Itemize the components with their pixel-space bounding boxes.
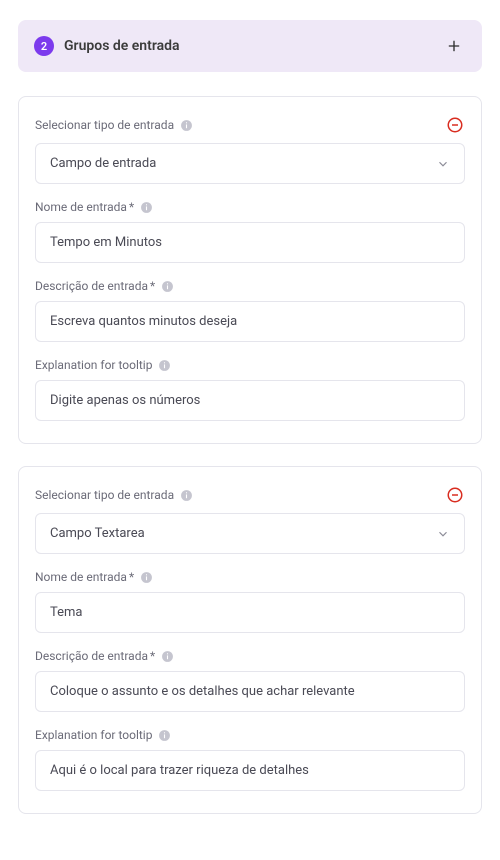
info-icon: [140, 571, 153, 584]
chevron-down-icon: [436, 157, 450, 171]
field-select-type: Selecionar tipo de entrada Campo de entr…: [35, 115, 465, 184]
input-type-select[interactable]: Campo Textarea: [35, 513, 465, 554]
required-mark: *: [150, 649, 155, 663]
add-group-button[interactable]: [442, 34, 466, 58]
remove-group-button[interactable]: [445, 115, 465, 135]
remove-group-button[interactable]: [445, 485, 465, 505]
info-icon: [161, 650, 174, 663]
required-mark: *: [150, 279, 155, 293]
field-input-name: Nome de entrada *: [35, 200, 465, 263]
input-type-select[interactable]: Campo de entrada: [35, 143, 465, 184]
label-input-name: Nome de entrada: [35, 570, 127, 584]
label-input-desc: Descrição de entrada: [35, 279, 148, 293]
remove-circle-icon: [446, 486, 464, 504]
section-header: 2 Grupos de entrada: [18, 20, 482, 72]
chevron-down-icon: [436, 527, 450, 541]
tooltip-exp-field[interactable]: [35, 750, 465, 791]
input-desc-field[interactable]: [35, 671, 465, 712]
label-input-name: Nome de entrada: [35, 200, 127, 214]
label-tooltip-exp: Explanation for tooltip: [35, 358, 152, 372]
input-name-field[interactable]: [35, 592, 465, 633]
field-select-type: Selecionar tipo de entrada Campo Textare…: [35, 485, 465, 554]
input-group-card: Selecionar tipo de entrada Campo de entr…: [18, 96, 482, 444]
step-badge: 2: [34, 36, 54, 56]
required-mark: *: [129, 570, 134, 584]
field-tooltip-exp: Explanation for tooltip: [35, 728, 465, 791]
info-icon: [180, 489, 193, 502]
field-input-name: Nome de entrada *: [35, 570, 465, 633]
select-value: Campo Textarea: [50, 526, 145, 541]
tooltip-exp-field[interactable]: [35, 380, 465, 421]
label-tooltip-exp: Explanation for tooltip: [35, 728, 152, 742]
plus-icon: [446, 38, 462, 54]
info-icon: [180, 119, 193, 132]
remove-circle-icon: [446, 116, 464, 134]
input-group-card: Selecionar tipo de entrada Campo Textare…: [18, 466, 482, 814]
label-select-type: Selecionar tipo de entrada: [35, 488, 174, 502]
select-value: Campo de entrada: [50, 156, 156, 171]
section-title: Grupos de entrada: [64, 38, 442, 54]
label-select-type: Selecionar tipo de entrada: [35, 118, 174, 132]
field-input-desc: Descrição de entrada *: [35, 649, 465, 712]
label-input-desc: Descrição de entrada: [35, 649, 148, 663]
info-icon: [158, 729, 171, 742]
field-input-desc: Descrição de entrada *: [35, 279, 465, 342]
field-tooltip-exp: Explanation for tooltip: [35, 358, 465, 421]
info-icon: [158, 359, 171, 372]
info-icon: [161, 280, 174, 293]
input-name-field[interactable]: [35, 222, 465, 263]
input-desc-field[interactable]: [35, 301, 465, 342]
info-icon: [140, 201, 153, 214]
required-mark: *: [129, 200, 134, 214]
